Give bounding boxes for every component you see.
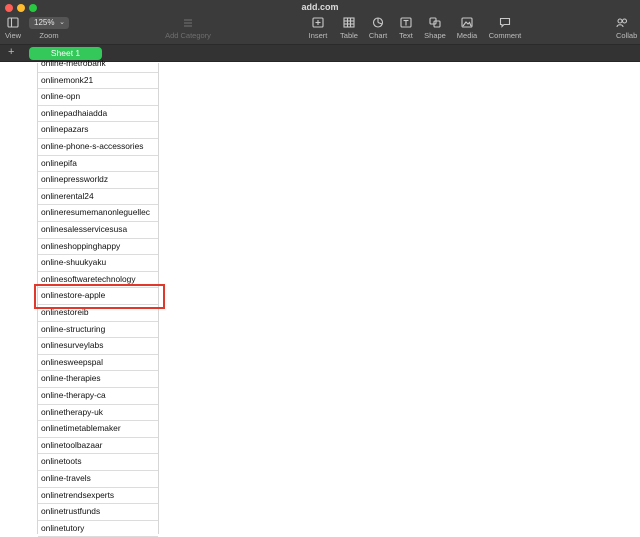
table-row[interactable]: onlinetrendsexperts [38,488,158,505]
insert-button[interactable]: Insert [306,17,330,43]
media-label: Media [456,31,478,40]
text-button[interactable]: Text [395,17,417,43]
table-row[interactable]: online-phone-s-accessories [38,139,158,156]
table-row[interactable]: onlinetutory [38,521,158,537]
comment-icon [487,17,523,31]
table-row[interactable]: onlinesalesservicesusa [38,222,158,239]
comment-button[interactable]: Comment [487,17,523,43]
chart-label: Chart [368,31,388,40]
toolbar: add.com View 125% ⌄ Zoom Add Category In… [0,0,640,45]
table-row[interactable]: onlinetherapy-uk [38,405,158,422]
view-button[interactable]: View [3,17,23,43]
table-row[interactable]: online-therapies [38,371,158,388]
table-row[interactable]: onlinemonk21 [38,73,158,90]
collaborate-button[interactable]: Collab [616,17,640,43]
add-category-label: Add Category [165,31,211,40]
add-category-button[interactable]: Add Category [160,17,216,43]
add-category-icon [160,17,216,31]
table-row[interactable]: onlinetrustfunds [38,504,158,521]
media-icon [454,17,480,31]
table-row[interactable]: onlinepressworldz [38,172,158,189]
text-icon [395,17,417,31]
collaborate-icon [616,17,640,31]
table-row[interactable]: onlinesurveylabs [38,338,158,355]
add-sheet-button[interactable]: + [8,46,14,58]
chart-icon [366,17,390,31]
media-button[interactable]: Media [454,17,480,43]
highlight-box [34,284,165,309]
insert-label: Insert [308,31,328,40]
zoom-label: Zoom [39,31,59,40]
table-row[interactable]: onlinepadhaiadda [38,106,158,123]
table-icon [337,17,361,31]
table-row[interactable]: online-therapy-ca [38,388,158,405]
table-row[interactable]: onlinetoolbazaar [38,438,158,455]
view-label: View [4,31,22,40]
table-label: Table [340,31,358,40]
table-button[interactable]: Table [337,17,361,43]
sidebar-icon [3,17,23,31]
table-row[interactable]: onlineshoppinghappy [38,239,158,256]
zoom-value: 125% [34,18,55,27]
chevron-down-icon: ⌄ [59,19,65,26]
text-label: Text [399,31,413,40]
table-row[interactable]: online-travels [38,471,158,488]
table-row[interactable]: onlinetoots [38,454,158,471]
shape-button[interactable]: Shape [422,17,448,43]
table-row[interactable]: onlinepifa [38,156,158,173]
window-title: add.com [301,2,339,12]
shape-label: Shape [424,31,446,40]
collaborate-label: Collab [616,31,638,40]
table-row[interactable]: onlinerental24 [38,189,158,206]
comment-label: Comment [488,31,522,40]
insert-icon [306,17,330,31]
table-row[interactable]: onlinetimetablemaker [38,421,158,438]
table-row[interactable]: online-shuukyaku [38,255,158,272]
table-row[interactable]: online-opn [38,89,158,106]
chart-button[interactable]: Chart [366,17,390,43]
table-row[interactable]: onlineresumemanonleguellec [38,205,158,222]
zoom-select[interactable]: 125% ⌄ [29,17,69,29]
shape-icon [422,17,448,31]
table-row[interactable]: online-metrobank [38,56,158,73]
table-row[interactable]: onlinepazars [38,122,158,139]
table-row[interactable]: online-structuring [38,322,158,339]
table-row[interactable]: onlinesweepspal [38,355,158,372]
